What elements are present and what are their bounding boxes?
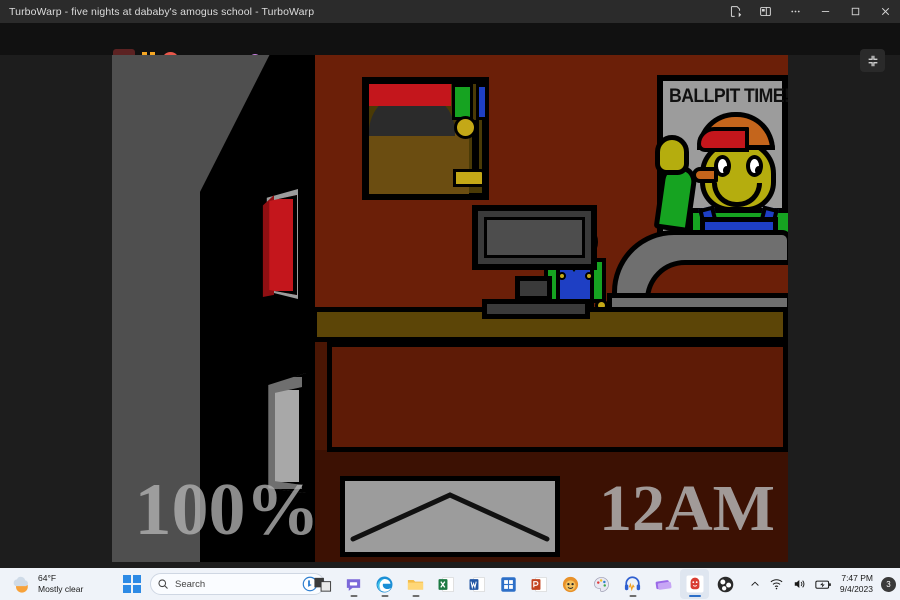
exit-fullscreen-icon[interactable] (860, 49, 885, 72)
taskbar-app-game[interactable] (556, 569, 585, 599)
picture-blue-block (476, 84, 488, 120)
poster-character-pupil-left (723, 166, 730, 175)
desktop-screen: TurboWarp - five nights at dababy's amog… (0, 0, 900, 600)
taskbar-app-paint[interactable] (587, 569, 616, 599)
game-app-icon (562, 576, 579, 592)
monitor-stand (515, 276, 552, 301)
minimize-icon[interactable] (810, 0, 840, 23)
more-options-icon[interactable] (780, 0, 810, 23)
maximize-icon[interactable] (840, 0, 870, 23)
app-running-indicator (350, 595, 357, 597)
monitor-base (482, 299, 590, 319)
capcut-icon (655, 579, 672, 590)
weather-condition: Mostly clear (38, 584, 84, 594)
obs-studio-icon (717, 576, 734, 592)
start-button[interactable] (122, 574, 142, 594)
audacity-icon (624, 575, 641, 591)
small-character-button-right (585, 272, 593, 280)
chat-icon (346, 578, 361, 591)
edge-icon (376, 576, 393, 592)
annotate-icon[interactable] (720, 0, 750, 23)
picture-green-block (452, 84, 473, 120)
monitor (472, 205, 597, 270)
poster-character-cap-brim (697, 127, 749, 152)
microsoft-store-icon (501, 576, 516, 592)
app-running-indicator (688, 595, 701, 597)
taskbar-app-excel[interactable] (432, 569, 461, 599)
excel-icon (438, 576, 454, 592)
turbowarp-toolbar (0, 23, 900, 72)
taskbar-app-capcut[interactable] (649, 569, 678, 599)
taskbar-app-powerpoint[interactable] (525, 569, 554, 599)
windows-taskbar: 64°F Mostly clear Search 7:47 PM 9/4/202… (0, 568, 900, 600)
search-icon (158, 579, 168, 589)
poster-character-nose (692, 167, 718, 183)
stage-canvas[interactable]: BALLPIT TIME! 100% 12AM (112, 55, 788, 562)
wall-picture-frame (362, 77, 489, 200)
poster-character-pupil-right (755, 166, 762, 175)
taskbar-app-turbowarp[interactable] (680, 569, 709, 599)
taskbar-app-list (308, 569, 740, 599)
taskbar-app-word[interactable] (463, 569, 492, 599)
weather-text: 64°F Mostly clear (38, 573, 83, 595)
game-time: 12AM (599, 472, 775, 545)
split-screen-icon[interactable] (750, 0, 780, 23)
word-icon (469, 576, 485, 592)
clock[interactable]: 7:47 PM 9/4/2023 (840, 573, 873, 595)
desk-front-panel (327, 342, 788, 452)
taskbar-app-microsoft-store[interactable] (494, 569, 523, 599)
paint-icon (594, 576, 609, 592)
picture-red-band (369, 84, 451, 106)
clock-date: 9/4/2023 (839, 584, 873, 594)
speaker-icon[interactable] (792, 577, 807, 591)
file-explorer-icon (407, 579, 424, 590)
poster-character-eye-right (746, 155, 763, 177)
app-running-indicator (381, 595, 388, 597)
search-placeholder: Search (175, 578, 206, 590)
taskbar-app-chat[interactable] (339, 569, 368, 599)
small-character-button-left (558, 272, 566, 280)
taskbar-center: Search (122, 573, 325, 595)
taskbar-app-audacity[interactable] (618, 569, 647, 599)
taskbar-app-obs-studio[interactable] (711, 569, 740, 599)
weather-widget[interactable]: 64°F Mostly clear (0, 573, 120, 595)
power-percentage: 100% (134, 469, 320, 551)
project-stage[interactable]: BALLPIT TIME! 100% 12AM (112, 55, 788, 562)
window-titlebar: TurboWarp - five nights at dababy's amog… (0, 0, 900, 23)
app-running-indicator (412, 595, 419, 597)
notification-badge[interactable]: 3 (881, 576, 896, 592)
poster-title: BALLPIT TIME! (669, 86, 788, 107)
weather-partly-cloudy-icon (13, 576, 28, 593)
search-input[interactable]: Search (150, 573, 325, 595)
powerpoint-icon (531, 576, 547, 592)
poster-character-hand (655, 135, 689, 175)
system-tray: 7:47 PM 9/4/2023 3 (749, 573, 896, 595)
chevron-up-icon[interactable] (749, 578, 761, 590)
taskbar-app-edge[interactable] (370, 569, 399, 599)
weather-temperature: 64°F (38, 573, 57, 584)
battery-charging-icon[interactable] (815, 578, 832, 591)
task-view-icon (314, 577, 332, 592)
turbowarp-icon (686, 575, 703, 593)
wifi-icon[interactable] (769, 577, 784, 591)
monitor-screen (484, 217, 585, 258)
clock-time: 7:47 PM (841, 572, 873, 583)
picture-yellow-shape (453, 169, 485, 187)
camera-map-panel[interactable] (340, 476, 560, 557)
window-title: TurboWarp - five nights at dababy's amog… (9, 5, 315, 18)
windows-logo-icon (123, 575, 141, 593)
close-icon[interactable] (870, 0, 900, 23)
taskbar-app-task-view[interactable] (308, 569, 337, 599)
picture-yellow-circle (454, 116, 477, 139)
app-running-indicator (629, 595, 636, 597)
taskbar-app-file-explorer[interactable] (401, 569, 430, 599)
